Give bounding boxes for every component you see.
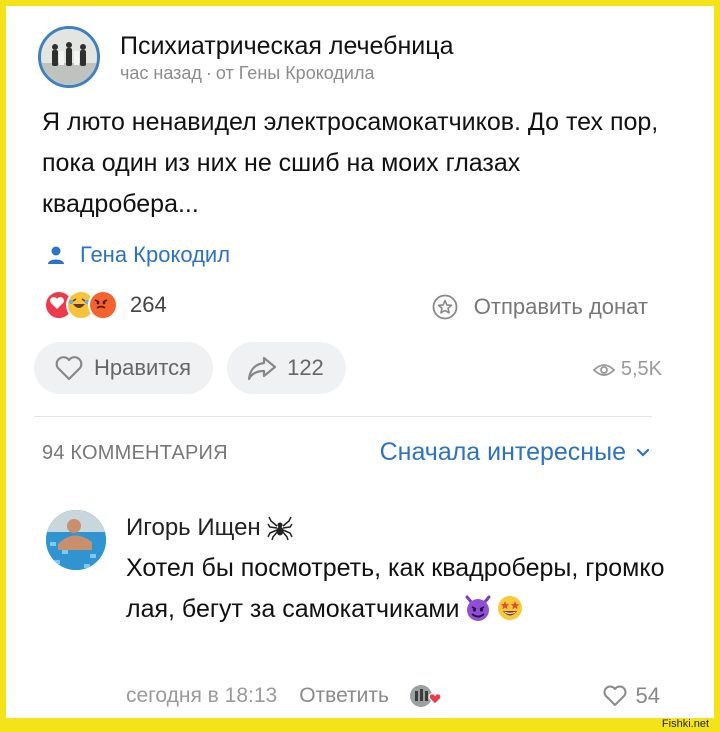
heart-outline-icon [603,685,627,706]
share-arrow-icon [247,356,277,381]
chevron-down-icon [636,448,650,457]
post-card: Психиатрическая лечебница час назад · от Г… [0,0,720,732]
reactions-summary[interactable]: 264 [44,290,167,320]
author-reaction [409,684,443,708]
post-time: час назад [120,62,202,83]
share-count: 122 [287,355,324,380]
watermark: Fishki.net [658,718,712,731]
author-reaction-icon [409,685,442,707]
eye-icon [592,363,615,376]
devil-emoji-icon [465,595,491,621]
share-button[interactable]: 122 [227,342,346,394]
like-label: Нравится [94,355,192,380]
donate-label: Отправить донат [473,294,648,319]
comment-text: Хотел бы посмотреть, как квадроберы, гро… [126,548,666,630]
person-icon [48,246,64,264]
group-avatar[interactable] [38,26,100,88]
comments-sort-dropdown[interactable]: Сначала интересные [380,438,650,467]
comment-body: Игорь Ищен Хотел бы посмотреть, как квад… [126,514,666,630]
post-author-link[interactable]: Гена Крокодил [46,242,230,268]
donate-star-icon [432,294,458,320]
donate-button[interactable]: Отправить донат [432,294,648,320]
post-header: Психиатрическая лечебница час назад · от Г… [38,26,454,88]
divider [34,416,652,417]
post-actions: Нравится 122 [34,342,360,394]
sort-label: Сначала интересные [379,438,626,466]
header-text: Психиатрическая лечебница час назад · от Г… [120,31,454,84]
post-meta: час назад · от Гены Крокодила [120,63,454,84]
group-name[interactable]: Психиатрическая лечебница [120,31,454,61]
post-author-name: Гена Крокодил [80,242,231,267]
comment-author[interactable]: Игорь Ищен [126,514,666,542]
reply-button[interactable]: Ответить [299,684,389,708]
comment-time: сегодня в 18:13 [126,684,278,707]
comment-text-content: Хотел бы посмотреть, как квадроберы, гро… [126,554,665,623]
like-button[interactable]: Нравится [34,342,214,394]
comment-footer: сегодня в 18:13 Ответить 54 [126,683,666,709]
comment-likes-count: 54 [635,683,660,708]
comment-author-name: Игорь Ищен [126,514,261,541]
comment-avatar[interactable] [46,510,106,570]
views-count: 5,5K [620,358,662,380]
spider-icon [267,516,293,541]
views-counter: 5,5K [592,358,662,381]
reactions-count: 264 [130,292,167,317]
meta-separator: · [205,62,212,83]
heart-outline-icon [55,356,83,381]
angry-reaction-icon [88,290,118,320]
starstruck-emoji-icon [497,596,522,620]
post-text: Я люто ненавидел электросамокатчиков. До… [42,108,659,218]
comment-like-button[interactable]: 54 [602,683,660,709]
comments-count: 94 КОММЕНТАРИЯ [42,442,228,464]
post-from[interactable]: от Гены Крокодила [216,63,375,83]
